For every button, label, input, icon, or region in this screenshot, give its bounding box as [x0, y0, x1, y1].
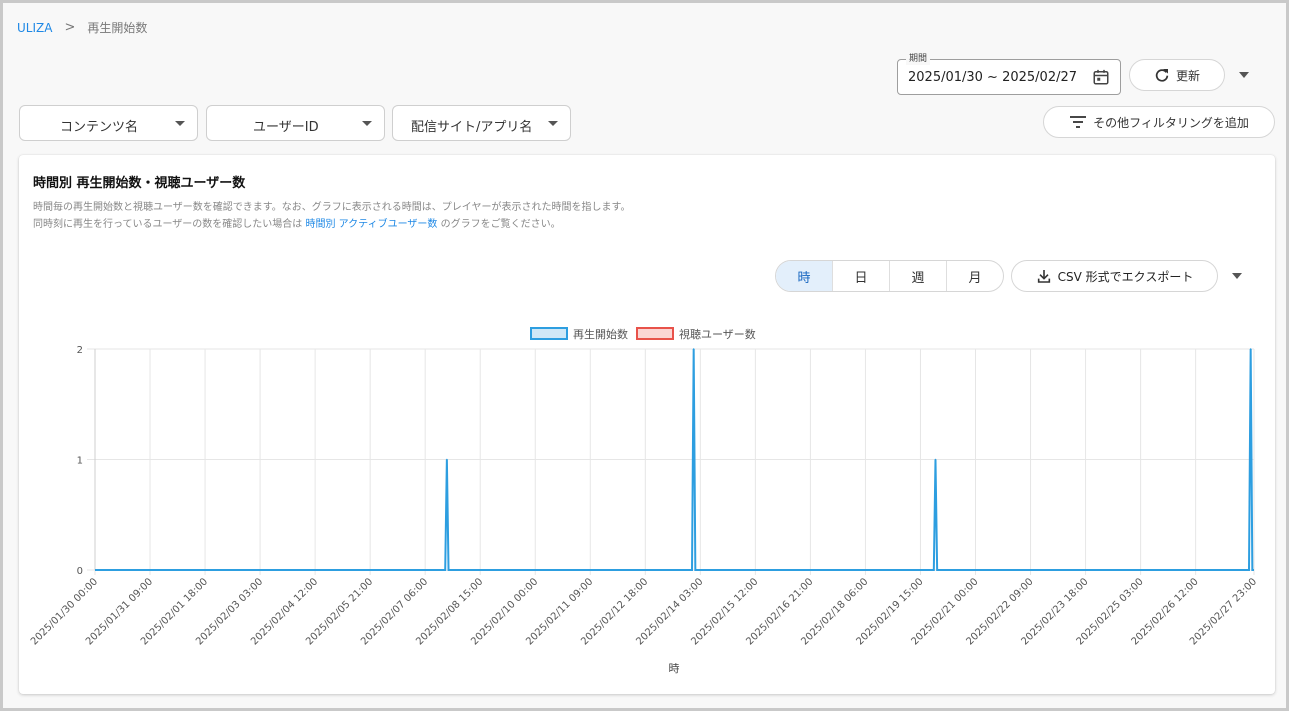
- date-range-legend: 期間: [906, 53, 931, 65]
- filter-content-name-label: コンテンツ名: [60, 120, 139, 135]
- filter-site-app[interactable]: 配信サイト/アプリ名: [392, 105, 571, 141]
- series-point-play-starts: [446, 458, 448, 461]
- x-axis-title: 時: [669, 662, 680, 675]
- filter-list-icon: [1070, 116, 1087, 128]
- legend-label-viewers: 視聴ユーザー数: [679, 327, 756, 341]
- series-point-play-starts: [1249, 348, 1252, 350]
- legend-swatch-play-starts: [530, 327, 568, 340]
- caret-down-icon: [362, 121, 372, 126]
- legend-swatch-viewers: [636, 327, 674, 340]
- add-filter-button[interactable]: その他フィルタリングを追加: [1043, 106, 1275, 138]
- refresh-menu-caret[interactable]: [1234, 65, 1254, 85]
- refresh-icon: [1155, 69, 1169, 82]
- legend-label-play-starts: 再生開始数: [573, 327, 628, 341]
- caret-down-icon: [175, 121, 185, 126]
- breadcrumb-current: 再生開始数: [87, 21, 148, 35]
- caret-down-icon: [548, 121, 558, 126]
- refresh-button[interactable]: 更新: [1129, 59, 1225, 91]
- calendar-icon[interactable]: [1092, 68, 1110, 86]
- breadcrumb-root-link[interactable]: ULIZA: [17, 21, 52, 35]
- series-point-play-starts: [934, 458, 937, 461]
- series-point-play-starts: [692, 348, 695, 350]
- y-tick-label: 1: [77, 456, 83, 467]
- caret-down-icon: [1239, 72, 1249, 78]
- date-range-field[interactable]: 期間 2025/01/30 ~ 2025/02/27: [897, 53, 1121, 95]
- hourly-chart: 0122025/01/30 00:002025/01/31 09:002025/…: [29, 327, 1259, 675]
- filter-site-app-label: 配信サイト/アプリ名: [411, 120, 533, 135]
- app-frame: ULIZA > 再生開始数 期間 2025/01/30 ~ 2025/02/27…: [0, 0, 1289, 711]
- filter-content-name[interactable]: コンテンツ名: [19, 105, 198, 141]
- add-filter-label: その他フィルタリングを追加: [1093, 115, 1249, 130]
- filter-user-id[interactable]: ユーザーID: [206, 105, 385, 141]
- breadcrumb: ULIZA > 再生開始数: [17, 19, 147, 36]
- breadcrumb-separator: >: [64, 20, 76, 35]
- y-tick-label: 0: [77, 566, 83, 577]
- date-range-value: 2025/01/30 ~ 2025/02/27: [908, 70, 1078, 85]
- filter-user-id-label: ユーザーID: [253, 120, 319, 135]
- refresh-label: 更新: [1175, 68, 1200, 83]
- y-tick-label: 2: [77, 345, 83, 356]
- x-tick-label: 2025/02/27 23:00: [1188, 576, 1259, 647]
- chart-card: 時間別 再生開始数・視聴ユーザー数 時間毎の再生開始数と視聴ユーザー数を確認でき…: [19, 155, 1275, 694]
